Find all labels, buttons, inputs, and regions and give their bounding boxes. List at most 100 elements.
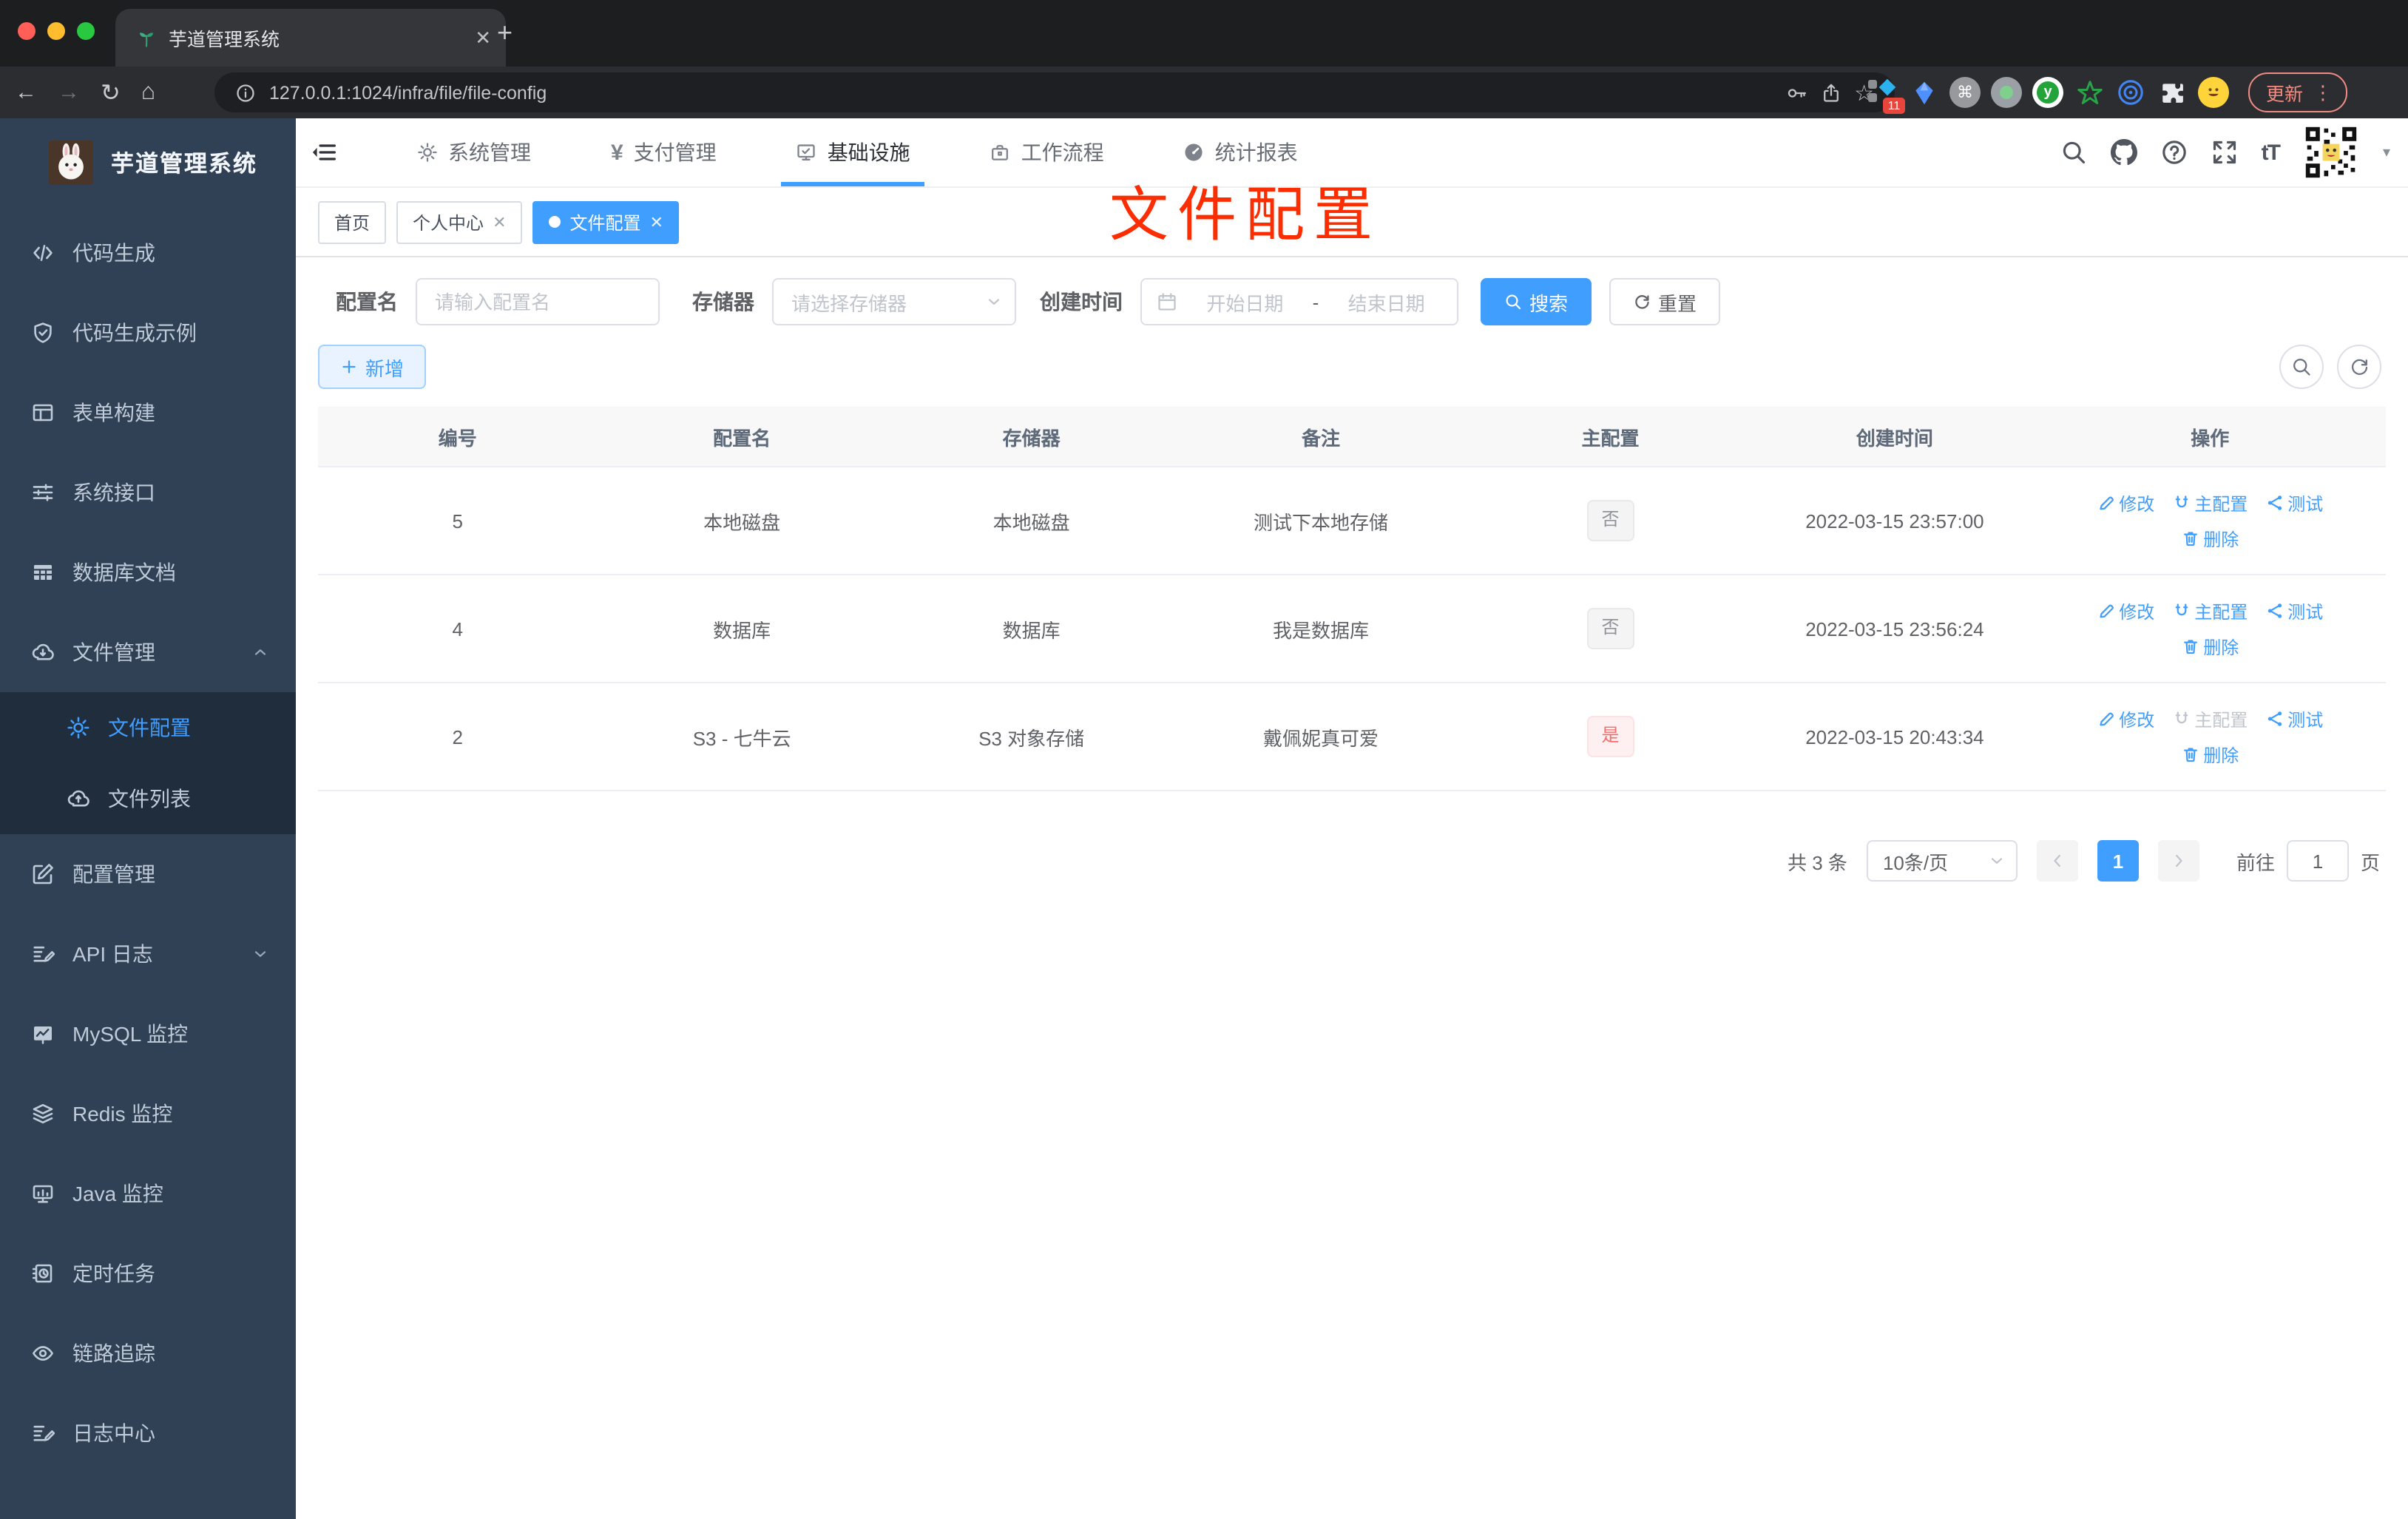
site-info-icon[interactable]: [235, 82, 256, 103]
browser-update-button[interactable]: 更新 ⋮: [2248, 72, 2348, 112]
edit-link[interactable]: 修改: [2097, 598, 2154, 623]
sidebar-item-file-management[interactable]: 文件管理: [0, 612, 296, 692]
hide-search-button[interactable]: [2279, 345, 2324, 389]
cell-remark: 测试下本地存储: [1254, 511, 1389, 533]
extension-gem-icon[interactable]: [1908, 77, 1939, 108]
config-name-input[interactable]: [417, 291, 658, 313]
current-page-button[interactable]: 1: [2097, 840, 2139, 882]
extensions-puzzle-icon[interactable]: [2157, 77, 2188, 108]
back-icon[interactable]: ←: [15, 80, 37, 105]
test-link[interactable]: 测试: [2265, 490, 2323, 515]
delete-link[interactable]: 删除: [2181, 634, 2239, 659]
close-icon[interactable]: ✕: [650, 212, 663, 231]
help-icon[interactable]: [2161, 139, 2188, 166]
extension-tabs-icon[interactable]: 11: [1867, 77, 1905, 114]
chevron-right-icon: [2168, 850, 2189, 871]
shield-check-icon: [31, 321, 55, 345]
table-row: 4 数据库 数据库 我是数据库 否 2022-03-15 23:56:24 修改…: [318, 575, 2386, 683]
sidebar-item-db-doc[interactable]: 数据库文档: [0, 532, 296, 612]
nav-item-system[interactable]: 系统管理: [399, 118, 549, 186]
delete-link[interactable]: 删除: [2181, 526, 2239, 551]
sidebar-item-tracing[interactable]: 链路追踪: [0, 1313, 296, 1393]
sidebar-item-file-list[interactable]: 文件列表: [0, 763, 296, 834]
col-header-created: 创建时间: [1856, 427, 1933, 449]
profile-emoji-icon[interactable]: [2198, 77, 2229, 108]
zoom-window-button[interactable]: [77, 22, 95, 40]
home-icon[interactable]: ⌂: [141, 79, 155, 106]
prev-page-button[interactable]: [2036, 840, 2078, 882]
page-tab-home[interactable]: 首页: [318, 200, 387, 243]
master-config-link[interactable]: 主配置: [2172, 490, 2248, 515]
sidebar-item-system-api[interactable]: 系统接口: [0, 453, 296, 532]
app-logo[interactable]: 芋道管理系统: [0, 126, 296, 200]
test-link[interactable]: 测试: [2265, 598, 2323, 623]
extension-eye-icon[interactable]: [2115, 77, 2146, 108]
sidebar-item-redis-monitor[interactable]: Redis 监控: [0, 1074, 296, 1154]
master-config-link[interactable]: 主配置: [2172, 598, 2248, 623]
window-controls[interactable]: [18, 22, 95, 40]
fullscreen-icon[interactable]: [2211, 139, 2238, 166]
gear-icon: [67, 716, 90, 740]
cell-primary: 是: [1466, 683, 1755, 790]
browser-tab-title: 芋道管理系统: [169, 30, 280, 50]
font-size-icon[interactable]: tT: [2262, 140, 2281, 165]
add-button[interactable]: 新增: [318, 345, 427, 389]
page-tab-profile[interactable]: 个人中心 ✕: [396, 200, 523, 243]
search-icon[interactable]: [2060, 139, 2087, 166]
nav-item-workflow[interactable]: 工作流程: [973, 118, 1122, 186]
close-window-button[interactable]: [18, 22, 35, 40]
user-avatar-qr[interactable]: [2302, 124, 2359, 180]
reset-button[interactable]: 重置: [1609, 278, 1721, 325]
user-menu-caret-icon[interactable]: ▾: [2383, 144, 2390, 160]
reload-icon[interactable]: ↻: [101, 78, 121, 107]
edit-link[interactable]: 修改: [2097, 706, 2154, 731]
forward-icon[interactable]: →: [58, 80, 80, 105]
test-link[interactable]: 测试: [2265, 706, 2323, 731]
sidebar-item-file-config[interactable]: 文件配置: [0, 692, 296, 763]
next-page-button[interactable]: [2157, 840, 2199, 882]
screenshot-root: 芋道管理系统 ✕ + ← → ↻ ⌂ 127.0.0.1:1024/infra/…: [0, 0, 2408, 1519]
extension-star-icon[interactable]: [2074, 77, 2105, 108]
sidebar-item-log-center[interactable]: 日志中心: [0, 1393, 296, 1473]
sidebar-item-config-management[interactable]: 配置管理: [0, 834, 296, 914]
nav-item-infrastructure[interactable]: 基础设施: [779, 118, 928, 186]
share-icon[interactable]: [1820, 82, 1841, 103]
refresh-table-button[interactable]: [2337, 345, 2381, 389]
sidebar-item-form-builder[interactable]: 表单构建: [0, 373, 296, 453]
sidebar-item-code-demo[interactable]: 代码生成示例: [0, 293, 296, 373]
sidebar-item-java-monitor[interactable]: Java 监控: [0, 1154, 296, 1234]
page-size-select[interactable]: 10条/页: [1866, 840, 2018, 882]
sidebar-item-mysql-monitor[interactable]: MySQL 监控: [0, 994, 296, 1074]
range-separator: -: [1312, 291, 1319, 313]
collapse-sidebar-icon[interactable]: [311, 139, 337, 166]
sidebar-item-api-log[interactable]: API 日志: [0, 914, 296, 994]
github-icon[interactable]: [2111, 139, 2137, 166]
address-bar[interactable]: 127.0.0.1:1024/infra/file/file-config ☆: [214, 72, 1895, 112]
trash-icon: [2181, 530, 2199, 547]
date-range-picker[interactable]: 开始日期 - 结束日期: [1140, 278, 1458, 325]
search-button[interactable]: 搜索: [1481, 278, 1592, 325]
minimize-window-button[interactable]: [47, 22, 65, 40]
nav-item-reports[interactable]: 统计报表: [1166, 118, 1316, 186]
close-tab-icon[interactable]: ✕: [475, 26, 491, 50]
new-tab-button[interactable]: +: [497, 19, 513, 46]
sidebar-item-scheduled-tasks[interactable]: 定时任务: [0, 1234, 296, 1313]
page-suffix: 页: [2360, 851, 2380, 873]
extension-command-icon[interactable]: ⌘: [1949, 77, 1981, 108]
browser-menu-icon[interactable]: ⋮: [2313, 81, 2333, 104]
extension-dot-icon[interactable]: [1991, 77, 2022, 108]
refresh-icon: [1633, 293, 1651, 311]
status-badge: 否: [1586, 500, 1634, 541]
page-tab-file-config[interactable]: 文件配置 ✕: [532, 200, 680, 243]
browser-tab[interactable]: 芋道管理系统 ✕: [115, 9, 506, 67]
sidebar-item-code-gen[interactable]: 代码生成: [0, 213, 296, 293]
extension-y-icon[interactable]: y: [2032, 77, 2063, 108]
delete-link[interactable]: 删除: [2181, 742, 2239, 767]
goto-page-input[interactable]: [2286, 840, 2349, 882]
close-icon[interactable]: ✕: [493, 212, 506, 231]
edit-link[interactable]: 修改: [2097, 490, 2154, 515]
storage-select[interactable]: 请选择存储器: [772, 278, 1016, 325]
layers-icon: [31, 1102, 55, 1126]
password-key-icon[interactable]: [1786, 82, 1807, 103]
nav-item-payment[interactable]: ¥ 支付管理: [593, 118, 734, 186]
